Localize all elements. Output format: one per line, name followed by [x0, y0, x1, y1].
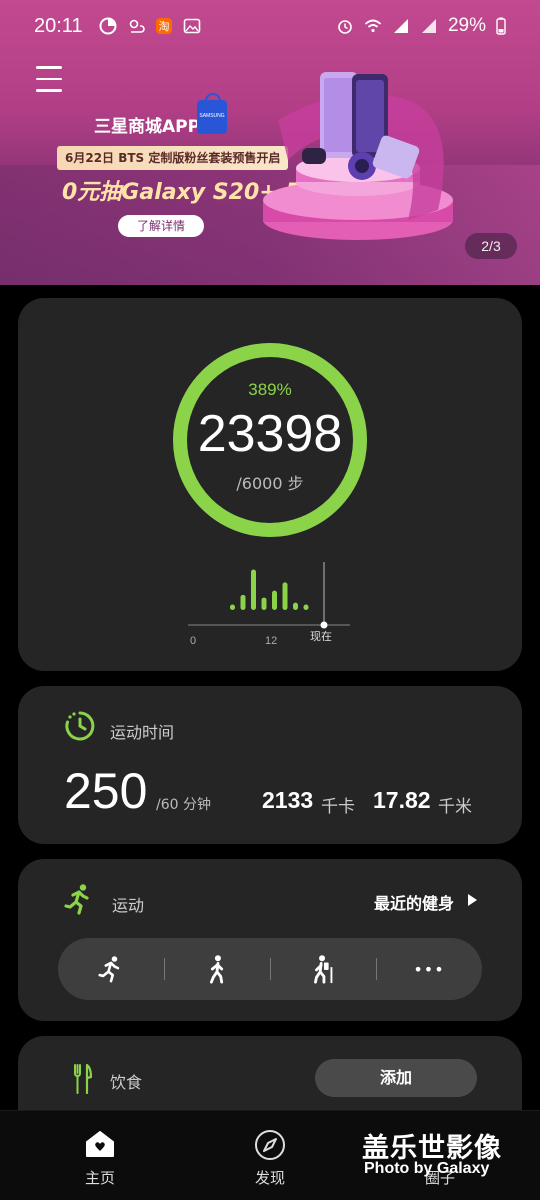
nav-home[interactable]: 主页	[40, 1111, 160, 1200]
nav-discover-label: 发现	[254, 1169, 285, 1187]
banner-app-title: 三星商城APP	[94, 117, 201, 137]
taobao-icon: 淘	[155, 18, 172, 34]
watermark-en: Photo by Galaxy	[364, 1160, 490, 1177]
steps-goal: /6000 步	[236, 474, 304, 493]
fork-knife-icon	[74, 1064, 92, 1094]
menu-icon[interactable]	[36, 66, 62, 94]
active-time-value: 250	[64, 763, 148, 819]
hiking-icon	[314, 955, 333, 984]
exercise-card[interactable]: 运动 最近的健身 •••	[18, 859, 522, 1021]
walk-button[interactable]	[164, 938, 270, 1000]
walking-icon	[209, 955, 224, 984]
signal-icon-2	[421, 19, 436, 33]
compass-icon	[255, 1130, 285, 1160]
calories-unit: 千卡	[321, 797, 355, 817]
banner-pager: 2/3	[465, 233, 517, 259]
step-bar	[293, 602, 298, 610]
more-icon: •••	[413, 959, 445, 979]
step-bar	[230, 604, 235, 610]
steps-card[interactable]: 389% 23398 /6000 步 0 12 现在	[18, 298, 522, 671]
active-time-goal: /60 分钟	[156, 797, 211, 813]
food-title: 饮食	[110, 1073, 143, 1092]
alarm-icon	[338, 20, 352, 34]
svg-text:淘: 淘	[158, 20, 169, 33]
distance-unit: 千米	[438, 797, 472, 817]
step-bar	[272, 590, 277, 610]
battery-percent: 29%	[447, 15, 486, 36]
nav-discover[interactable]: 发现	[210, 1111, 330, 1200]
step-bar	[303, 604, 309, 610]
distance-value: 17.82	[373, 787, 431, 813]
active-time-title: 运动时间	[110, 723, 175, 742]
recent-workouts-link[interactable]: 最近的健身	[374, 890, 454, 914]
axis-label-now: 现在	[310, 630, 332, 643]
promo-banner[interactable]: 20:11 淘 29% 三星商城APP SAMSUNG 6月22日 BTS 定制…	[0, 0, 540, 285]
home-icon	[86, 1131, 114, 1157]
banner-cta-button[interactable]: 了解详情	[118, 215, 204, 237]
exercise-title: 运动	[112, 896, 145, 915]
signal-icon	[393, 19, 408, 33]
step-bar	[261, 597, 267, 610]
active-time-icon	[65, 711, 95, 741]
calories-value: 2133	[262, 787, 314, 813]
step-bar	[282, 582, 288, 610]
hike-button[interactable]	[270, 938, 376, 1000]
wifi-icon	[364, 19, 382, 33]
status-time: 20:11	[34, 14, 83, 37]
photo-watermark: 盖乐世影像 Photo by Galaxy	[362, 1126, 532, 1186]
exercise-shortcuts: •••	[58, 938, 482, 1000]
battery-icon	[496, 17, 506, 35]
gallery-icon	[183, 18, 200, 34]
bag-label: SAMSUNG	[199, 113, 225, 119]
shop-bag-icon: SAMSUNG	[197, 93, 227, 134]
pie-icon	[99, 17, 117, 35]
active-time-card[interactable]: 运动时间 250 /60 分钟 2133 千卡 17.82 千米	[18, 686, 522, 844]
step-bar	[251, 569, 256, 610]
status-bar: 20:11 淘 29%	[0, 0, 540, 52]
running-icon	[64, 884, 89, 915]
product-image	[263, 72, 453, 240]
steps-percent: 389%	[248, 380, 292, 399]
steps-count: 23398	[197, 405, 343, 463]
weather-icon	[129, 19, 145, 33]
axis-label-start: 0	[190, 635, 197, 647]
axis-label-mid: 12	[265, 635, 278, 647]
nav-home-label: 主页	[84, 1169, 115, 1187]
step-bar	[240, 594, 246, 610]
banner-date-line: 6月22日 BTS 定制版粉丝套装预售开启	[57, 146, 289, 170]
play-arrow-icon[interactable]	[468, 894, 477, 906]
add-food-button[interactable]: 添加	[315, 1059, 477, 1097]
more-button[interactable]: •••	[376, 938, 482, 1000]
running-icon	[98, 956, 120, 983]
run-button[interactable]	[58, 938, 164, 1000]
